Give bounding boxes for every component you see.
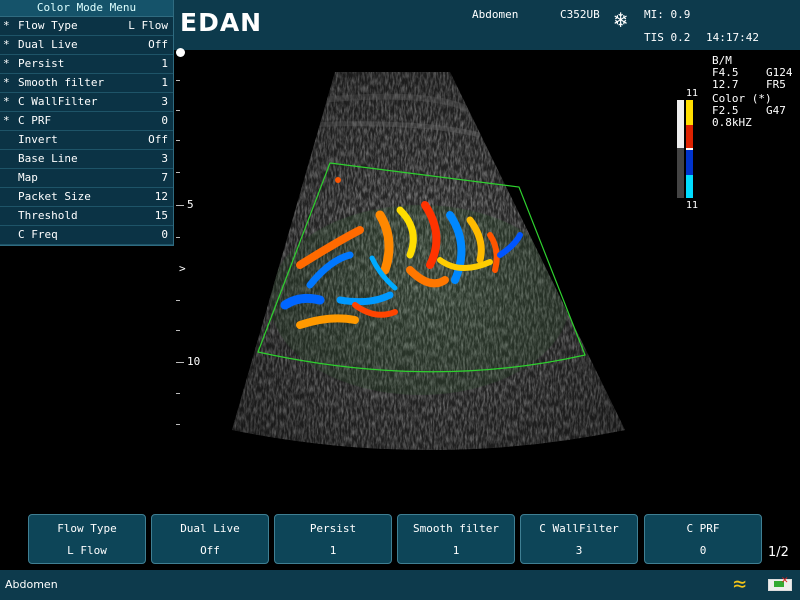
softkey-label: Smooth filter <box>412 522 500 535</box>
softkey-c-prf[interactable]: C PRF 0 <box>644 514 762 564</box>
menu-item-label: Flow Type <box>18 19 78 32</box>
page-indicator[interactable]: 1/2 <box>768 545 789 560</box>
focus-marker[interactable]: > <box>179 262 186 275</box>
menu-item-label: Threshold <box>18 209 78 222</box>
ruler-tick <box>176 237 180 238</box>
menu-item-label: Base Line <box>18 152 78 165</box>
menu-item-dual-live[interactable]: * Dual Live Off <box>0 36 173 55</box>
menu-item-label: C WallFilter <box>18 95 98 108</box>
ruler-tick <box>176 110 180 111</box>
ruler-tick <box>176 205 184 206</box>
ruler-tick <box>176 300 180 301</box>
menu-star: * <box>3 19 10 32</box>
color-bar-bottom-label: 11 <box>686 200 699 211</box>
menu-star: * <box>3 76 10 89</box>
menu-star: * <box>3 38 10 51</box>
prf-value: 0.8kHZ <box>712 116 752 129</box>
menu-star: * <box>3 95 10 108</box>
depth-label-10: 10 <box>187 355 201 368</box>
menu-item-label: Smooth filter <box>18 76 105 89</box>
softkey-flow-type[interactable]: Flow Type L Flow <box>28 514 146 564</box>
softkey-dual-live[interactable]: Dual Live Off <box>151 514 269 564</box>
depth-value: 12.7 <box>712 78 739 91</box>
menu-item-c-freq[interactable]: C Freq 0 <box>0 226 173 245</box>
probe-label: C352UB <box>560 8 600 21</box>
b-mode-sector <box>232 72 625 450</box>
ruler-tick <box>176 362 184 363</box>
menu-item-label: Map <box>18 171 38 184</box>
ruler-tick <box>176 393 180 394</box>
softkey-value: 3 <box>575 544 583 557</box>
status-exam-text: Abdomen <box>5 578 58 591</box>
softkey-value: 1 <box>452 544 460 557</box>
snowflake-icon[interactable]: ❄ <box>614 10 627 32</box>
menu-title: Color Mode Menu <box>0 0 173 17</box>
menu-item-value: 0 <box>161 114 168 127</box>
menu-item-value: Off <box>148 38 168 51</box>
ruler-tick <box>176 330 180 331</box>
menu-item-value: 3 <box>161 152 168 165</box>
color-gain: G47 <box>766 104 786 117</box>
menu-item-value: Off <box>148 133 168 146</box>
brand-logo: EDAN <box>180 8 263 37</box>
softkey-value: 0 <box>699 544 707 557</box>
softkey-value: 1 <box>329 544 337 557</box>
menu-item-map[interactable]: Map 7 <box>0 169 173 188</box>
menu-item-smooth-filter[interactable]: * Smooth filter 1 <box>0 74 173 93</box>
softkey-label: C PRF <box>686 522 720 535</box>
menu-star: * <box>3 114 10 127</box>
menu-item-packet-size[interactable]: Packet Size 12 <box>0 188 173 207</box>
wave-icon: ≈ <box>733 572 747 597</box>
menu-item-value: 1 <box>161 76 168 89</box>
menu-item-label: C Freq <box>18 228 58 241</box>
menu-item-invert[interactable]: Invert Off <box>0 131 173 150</box>
softkey-smooth-filter[interactable]: Smooth filter 1 <box>397 514 515 564</box>
softkey-value: L Flow <box>67 544 107 557</box>
menu-item-value: 7 <box>161 171 168 184</box>
mi-value: MI: 0.9 <box>644 8 691 21</box>
softkey-label: Dual Live <box>180 522 240 535</box>
exam-label: Abdomen <box>472 8 519 21</box>
color-bar-top-label: 11 <box>686 88 699 99</box>
menu-item-persist[interactable]: * Persist 1 <box>0 55 173 74</box>
menu-item-c-prf[interactable]: * C PRF 0 <box>0 112 173 131</box>
status-bar: Abdomen ≈ ✕ <box>0 570 800 600</box>
clock: 14:17:42 <box>706 31 759 44</box>
ruler-tick <box>176 172 180 173</box>
menu-item-flow-type[interactable]: * Flow Type L Flow <box>0 17 173 36</box>
menu-item-value: 1 <box>161 57 168 70</box>
menu-item-label: Persist <box>18 57 65 70</box>
ruler-tick <box>176 140 180 141</box>
menu-item-value: 12 <box>154 190 168 203</box>
color-mode-menu: Color Mode Menu * Flow Type L Flow * Dual L… <box>0 0 174 246</box>
menu-star: * <box>3 57 10 70</box>
tis-value: TIS 0.2 <box>644 31 691 44</box>
menu-item-value: 3 <box>161 95 168 108</box>
menu-item-label: Dual Live <box>18 38 78 51</box>
softkey-label: Flow Type <box>57 522 117 535</box>
menu-item-threshold[interactable]: Threshold 15 <box>0 207 173 226</box>
softkey-persist[interactable]: Persist 1 <box>274 514 392 564</box>
battery-icon: ✕ <box>768 576 792 591</box>
menu-item-value: 15 <box>154 209 168 222</box>
ruler-tick <box>176 424 180 425</box>
softkey-value: Off <box>200 544 220 557</box>
ruler-tick <box>176 80 180 81</box>
softkey-label: Persist <box>309 522 357 535</box>
frame-rate: FR5 <box>766 78 786 91</box>
menu-item-label: Invert <box>18 133 58 146</box>
menu-item-base-line[interactable]: Base Line 3 <box>0 150 173 169</box>
menu-item-label: C PRF <box>18 114 52 127</box>
menu-item-value: 0 <box>161 228 168 241</box>
depth-start-marker <box>176 48 185 57</box>
menu-item-label: Packet Size <box>18 190 91 203</box>
menu-item-c-wallfilter[interactable]: * C WallFilter 3 <box>0 93 173 112</box>
menu-item-value: L Flow <box>128 19 168 32</box>
softkey-label: C WallFilter <box>539 522 619 535</box>
color-bar <box>677 100 693 198</box>
softkey-c-wallfilter[interactable]: C WallFilter 3 <box>520 514 638 564</box>
depth-label-5: 5 <box>187 198 194 211</box>
